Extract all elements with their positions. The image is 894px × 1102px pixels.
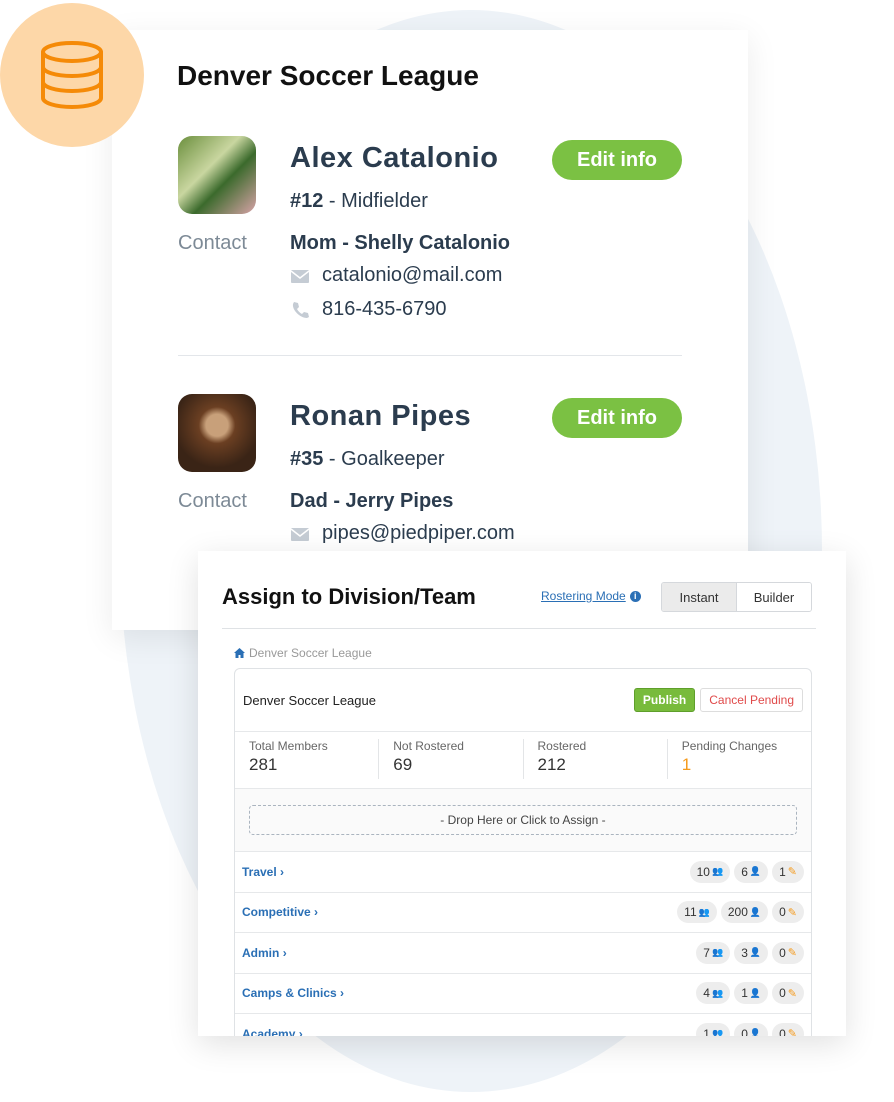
assign-title: Assign to Division/Team (222, 584, 476, 609)
players-count-badge: 3 👤 (734, 941, 769, 964)
pending-count-badge: 0 ✎ (772, 941, 804, 964)
division-link[interactable]: Admin › (242, 946, 692, 960)
contact-label: Contact (178, 232, 247, 254)
avatar (178, 136, 256, 214)
stat-pending-changes: Pending Changes 1 (681, 739, 778, 774)
pending-count-badge: 0 ✎ (772, 1022, 804, 1036)
player-name: Alex Catalonio (290, 142, 499, 174)
stats-bar: Total Members 281 Not Rostered 69 Rostered… (235, 732, 811, 789)
users-icon: 👥 (711, 1028, 724, 1036)
chevron-right-icon: › (280, 864, 285, 879)
player-name: Ronan Pipes (290, 400, 472, 432)
mode-builder-button[interactable]: Builder (737, 583, 811, 611)
user-icon: 👤 (749, 1028, 762, 1036)
phone-line: 816-435-6790 (290, 298, 447, 321)
pending-count-badge: 1 ✎ (772, 860, 804, 883)
user-icon: 👤 (749, 906, 762, 917)
player-position: #12 - Midfielder (290, 190, 428, 212)
chevron-right-icon: › (298, 1026, 303, 1036)
user-icon: 👤 (749, 947, 762, 958)
division-row[interactable]: Competitive › 11 👥 200 👤 0 ✎ (235, 893, 811, 933)
parent-name: Dad - Jerry Pipes (290, 490, 454, 512)
envelope-icon (290, 269, 310, 283)
users-icon: 👥 (711, 947, 724, 958)
player-position: #35 - Goalkeeper (290, 448, 445, 470)
cancel-pending-button[interactable]: Cancel Pending (700, 688, 803, 712)
league-panel: Denver Soccer League Publish Cancel Pend… (234, 668, 812, 1036)
division-row[interactable]: Travel › 10 👥 6 👤 1 ✎ (235, 852, 811, 893)
pending-count-badge: 0 ✎ (772, 901, 804, 924)
breadcrumb[interactable]: Denver Soccer League (234, 646, 372, 660)
chevron-right-icon: › (314, 905, 319, 920)
league-card: Denver Soccer League Alex Catalonio Edit… (112, 30, 748, 630)
pending-count-badge: 0 ✎ (772, 982, 804, 1005)
stat-total-members: Total Members 281 (235, 739, 380, 779)
email-line: catalonio@mail.com (290, 264, 502, 287)
envelope-icon (290, 527, 310, 541)
teams-count-badge: 11 👥 (677, 901, 717, 924)
database-icon (41, 41, 103, 110)
pencil-icon: ✎ (787, 866, 797, 879)
players-count-badge: 6 👤 (734, 860, 769, 883)
pencil-icon: ✎ (787, 906, 797, 919)
email-line: pipes@piedpiper.com (290, 522, 515, 545)
drop-zone[interactable]: - Drop Here or Click to Assign - (235, 789, 811, 852)
players-count-badge: 200 👤 (720, 901, 769, 924)
database-badge (0, 3, 144, 147)
user-icon: 👤 (749, 866, 762, 877)
info-icon[interactable]: i (629, 590, 641, 602)
users-icon: 👥 (711, 866, 724, 877)
stat-rostered: Rostered 212 (524, 739, 668, 779)
mode-instant-button[interactable]: Instant (662, 583, 737, 611)
divider (178, 355, 682, 356)
teams-count-badge: 4 👥 (696, 982, 731, 1005)
users-icon: 👥 (698, 906, 710, 917)
avatar (178, 394, 256, 472)
teams-count-badge: 10 👥 (689, 860, 731, 883)
edit-info-button[interactable]: Edit info (552, 398, 682, 438)
home-icon (234, 648, 245, 658)
division-link[interactable]: Competitive › (242, 905, 673, 919)
users-icon: 👥 (711, 987, 724, 998)
league-title: Denver Soccer League (177, 60, 479, 91)
teams-count-badge: 1 👥 (696, 1022, 731, 1036)
players-count-badge: 0 👤 (734, 1022, 769, 1036)
division-row[interactable]: Camps & Clinics › 4 👥 1 👤 0 ✎ (235, 974, 811, 1014)
edit-info-button[interactable]: Edit info (552, 140, 682, 180)
pencil-icon: ✎ (787, 987, 797, 1000)
division-row[interactable]: Admin › 7 👥 3 👤 0 ✎ (235, 933, 811, 974)
panel-title: Denver Soccer League (243, 692, 376, 708)
contact-label: Contact (178, 490, 247, 512)
chevron-right-icon: › (340, 986, 345, 1001)
mode-toggle[interactable]: Instant Builder (661, 582, 812, 612)
assign-panel: Assign to Division/Team Rostering Mode i … (198, 551, 846, 1036)
user-icon: 👤 (749, 987, 762, 998)
chevron-right-icon: › (282, 945, 287, 960)
publish-button[interactable]: Publish (633, 688, 696, 712)
division-link[interactable]: Camps & Clinics › (242, 986, 692, 1000)
players-count-badge: 1 👤 (734, 982, 769, 1005)
parent-name: Mom - Shelly Catalonio (290, 232, 511, 254)
division-row[interactable]: Academy › 1 👥 0 👤 0 ✎ (235, 1014, 811, 1036)
pencil-icon: ✎ (787, 947, 797, 960)
division-link[interactable]: Academy › (242, 1027, 692, 1036)
division-link[interactable]: Travel › (242, 865, 686, 879)
rostering-mode-link[interactable]: Rostering Mode i (541, 589, 641, 603)
divider (222, 628, 816, 629)
stat-not-rostered: Not Rostered 69 (379, 739, 524, 779)
teams-count-badge: 7 👥 (696, 941, 731, 964)
phone-icon (292, 301, 309, 318)
pencil-icon: ✎ (787, 1028, 797, 1036)
